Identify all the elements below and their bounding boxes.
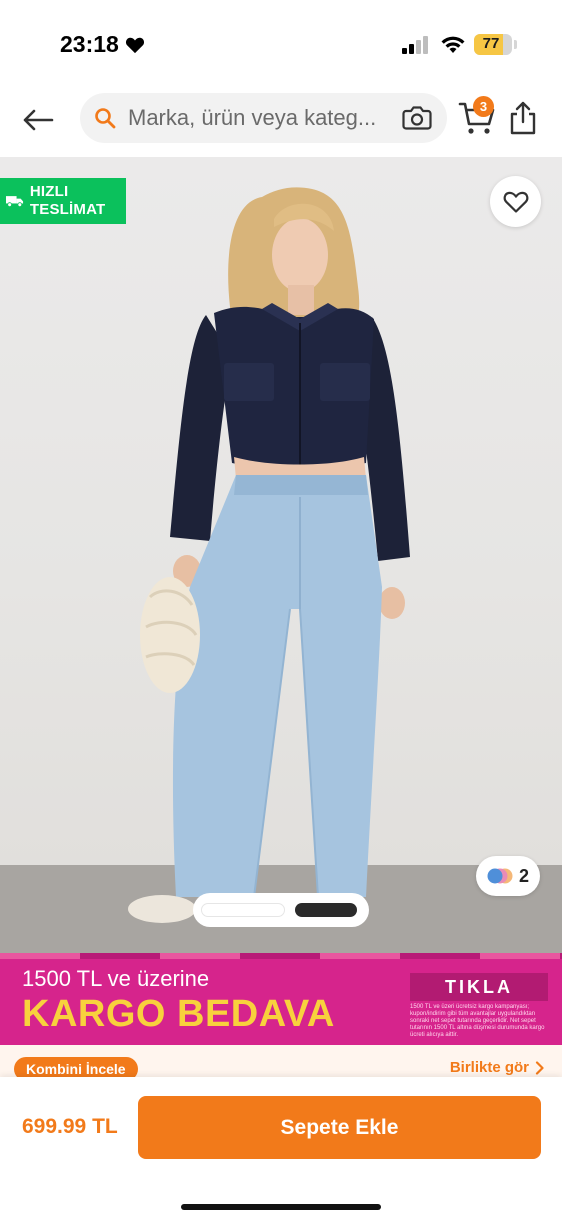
color-swatches-icon [487, 868, 513, 884]
purchase-bar: 699.99 TL Sepete Ekle [0, 1077, 562, 1221]
see-together-link[interactable]: Birlikte gör [450, 1059, 544, 1076]
product-image-carousel[interactable] [0, 157, 562, 953]
favorite-button[interactable] [490, 176, 541, 227]
battery-tip [514, 40, 517, 49]
cart-count-badge: 3 [473, 96, 494, 117]
heart-outline-icon [503, 191, 528, 213]
back-button[interactable] [18, 100, 58, 140]
search-bar[interactable] [80, 93, 447, 143]
wifi-icon [441, 36, 465, 53]
battery-percent: 77 [482, 35, 500, 52]
banner-stripe [0, 953, 562, 959]
share-icon[interactable] [508, 100, 538, 136]
status-bar: 23:18 77 [0, 0, 562, 90]
chevron-right-icon [535, 1060, 544, 1075]
view-combo-button[interactable]: Kombini İncele [14, 1057, 138, 1077]
truck-icon [6, 196, 24, 208]
status-time: 23:18 [60, 31, 145, 58]
search-icon [95, 108, 116, 129]
promo-title: KARGO BEDAVA [22, 993, 335, 1035]
promo-cta-button[interactable]: TIKLA [410, 973, 548, 1001]
pager-dot-active[interactable] [295, 903, 357, 917]
search-input[interactable] [128, 93, 398, 143]
clock-text: 23:18 [60, 31, 119, 57]
camera-icon[interactable] [402, 105, 432, 131]
fast-delivery-badge: HIZLI TESLİMAT [0, 178, 126, 224]
home-indicator[interactable] [181, 1204, 381, 1210]
free-shipping-banner[interactable]: 1500 TL ve üzerine KARGO BEDAVA TIKLA 15… [0, 953, 562, 1045]
fast-delivery-label: HIZLI TESLİMAT [29, 183, 106, 218]
product-photo-model [128, 187, 410, 923]
see-together-label: Birlikte gör [449, 1059, 529, 1076]
image-pager[interactable] [193, 893, 369, 927]
product-detail-screen: 23:18 77 Marka, ürün veya kateg... 3 HIZ… [0, 0, 562, 1221]
variant-count: 2 [518, 865, 529, 886]
pager-dot[interactable] [201, 903, 285, 917]
heart-icon [125, 37, 144, 53]
battery-indicator: 77 [474, 34, 512, 55]
add-to-cart-button[interactable]: Sepete Ekle [138, 1096, 541, 1159]
promo-fine-print: 1500 TL ve üzeri ücretsiz kargo kampanya… [410, 1004, 545, 1038]
color-variants-button[interactable]: 2 [476, 856, 540, 896]
product-price: 699.99 TL [22, 1115, 118, 1138]
combo-bar: Kombini İncele Birlikte gör [0, 1045, 562, 1077]
cellular-signal-icon [402, 36, 428, 54]
arrow-left-icon [23, 109, 54, 131]
promo-subtitle: 1500 TL ve üzerine [22, 966, 210, 991]
